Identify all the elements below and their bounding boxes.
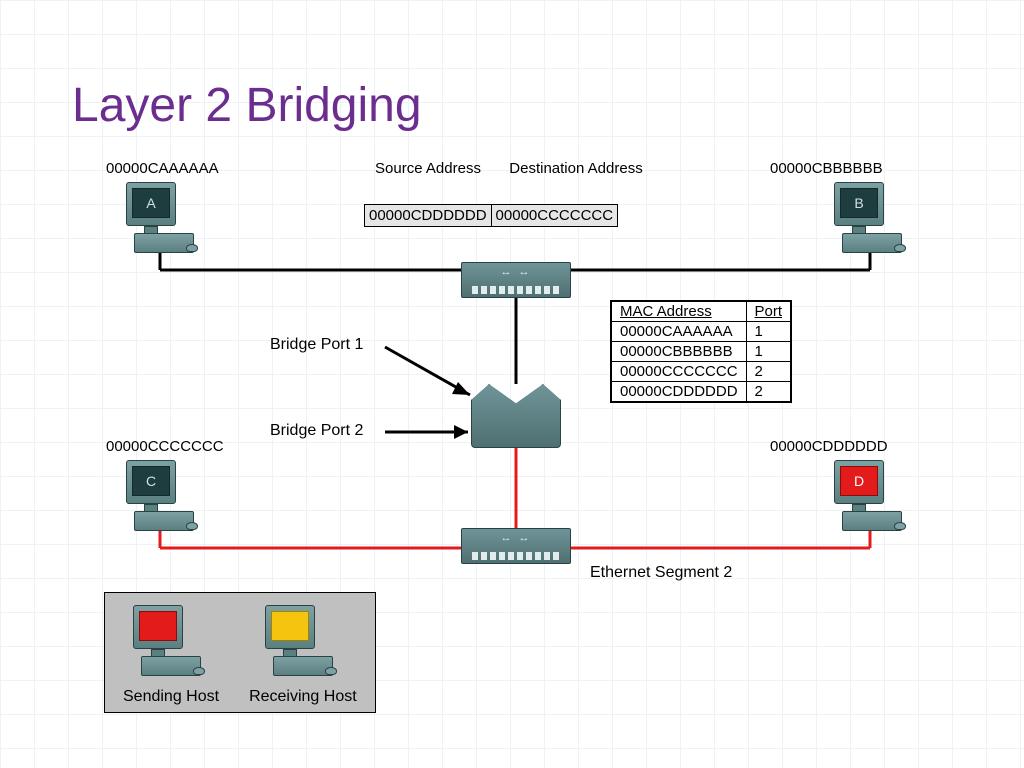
host-a-mac: 00000CAAAAAA (106, 160, 219, 177)
host-a-letter: A (132, 188, 170, 218)
frame-dest-caption: Destination Address (506, 160, 646, 177)
host-c-icon: C (122, 460, 206, 534)
host-c-mac: 00000CCCCCCC (106, 438, 224, 455)
page-title: Layer 2 Bridging (72, 78, 422, 133)
switch-top-icon: ↔ ↔ (461, 262, 571, 298)
bridge-port-2-label: Bridge Port 2 (270, 422, 363, 440)
host-b-mac: 00000CBBBBBB (770, 160, 883, 177)
bridge-icon (471, 384, 561, 448)
frame-header: 00000CDDDDDD 00000CCCCCCC (364, 204, 618, 227)
legend-sending-label: Sending Host (123, 688, 219, 706)
table-row: 00000CCCCCCC2 (611, 362, 791, 382)
host-d-icon: D (830, 460, 914, 534)
legend-box: Sending Host Receiving Host (104, 592, 376, 713)
legend-receiving-label: Receiving Host (249, 688, 357, 706)
legend-sending-icon (129, 605, 213, 679)
legend-sending: Sending Host (123, 605, 219, 706)
mac-table-header-port: Port (746, 301, 791, 322)
mac-address-table: MAC Address Port 00000CAAAAAA1 00000CBBB… (610, 300, 792, 403)
host-d-mac: 00000CDDDDDD (770, 438, 888, 455)
table-row: 00000CDDDDDD2 (611, 382, 791, 403)
segment-2-label: Ethernet Segment 2 (590, 564, 732, 582)
diagram-canvas: Layer 2 Bridging 00000CAAAAAA A 00000CBB… (0, 0, 1024, 768)
legend-receiving-icon (261, 605, 345, 679)
host-c-letter: C (132, 466, 170, 496)
table-row: 00000CBBBBBB1 (611, 342, 791, 362)
frame-source-value: 00000CDDDDDD (365, 205, 492, 226)
table-row: 00000CAAAAAA1 (611, 322, 791, 342)
host-b-letter: B (840, 188, 878, 218)
switch-bottom-icon: ↔ ↔ (461, 528, 571, 564)
host-a-icon: A (122, 182, 206, 256)
bridge-port-1-label: Bridge Port 1 (270, 336, 363, 354)
legend-receiving: Receiving Host (249, 605, 357, 706)
mac-table-header-mac: MAC Address (611, 301, 746, 322)
frame-dest-value: 00000CCCCCCC (492, 205, 618, 226)
host-d-letter: D (840, 466, 878, 496)
host-b-icon: B (830, 182, 914, 256)
frame-source-caption: Source Address (368, 160, 488, 177)
